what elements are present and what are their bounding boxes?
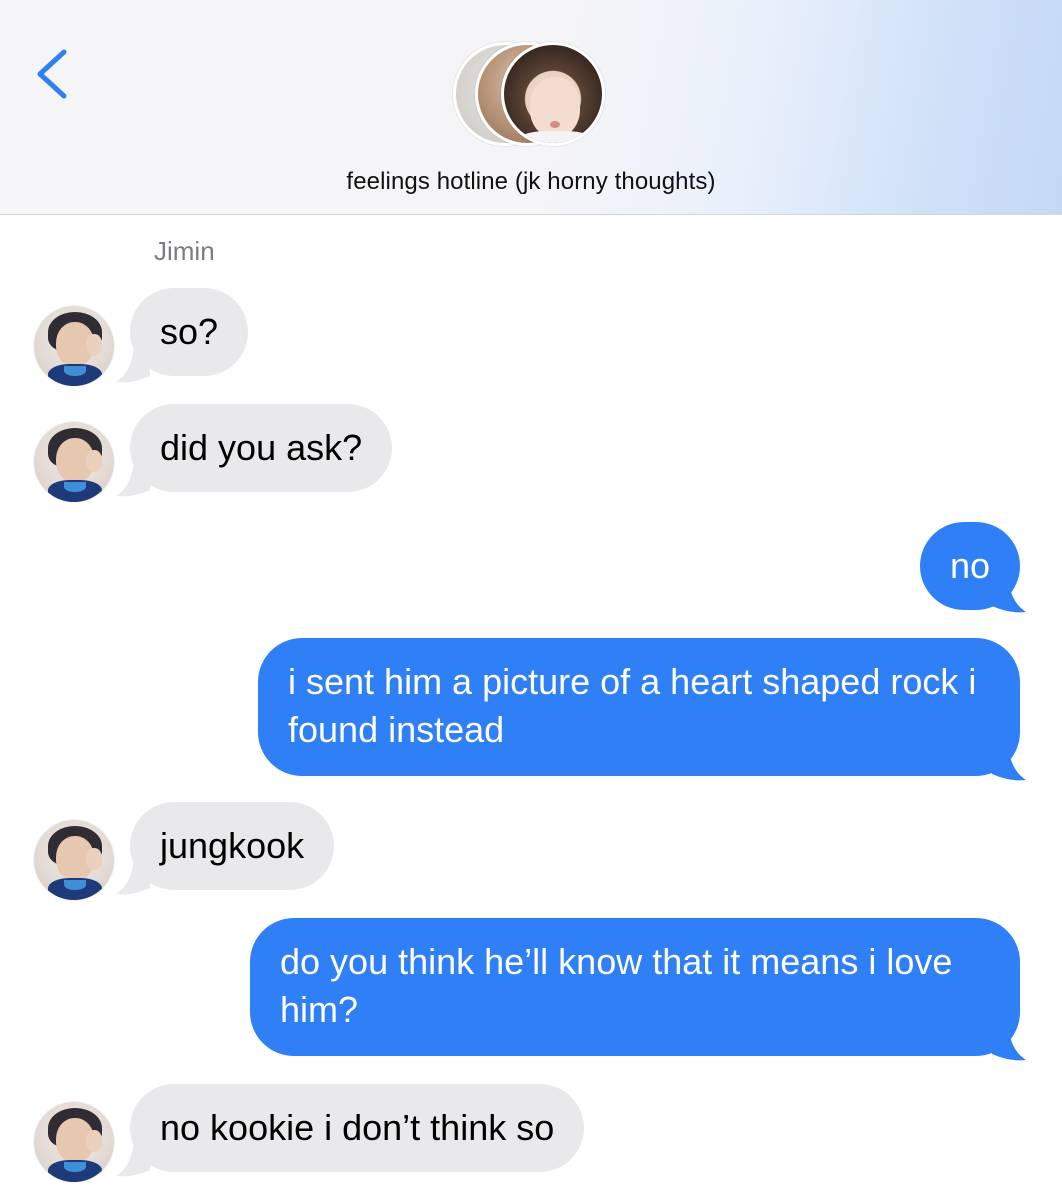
sender-avatar[interactable]: [34, 820, 114, 900]
sender-avatar[interactable]: [34, 306, 114, 386]
chevron-left-icon: [37, 49, 67, 99]
back-button[interactable]: [30, 46, 78, 102]
message-bubble-incoming[interactable]: did you ask?: [130, 404, 393, 492]
sender-avatar[interactable]: [34, 1102, 114, 1182]
message-bubble-incoming[interactable]: jungkook: [130, 802, 335, 890]
conversation-header: feelings hotline (jk horny thoughts): [0, 0, 1062, 215]
group-avatars[interactable]: [453, 42, 613, 146]
group-member-avatar-3: [501, 42, 605, 146]
sender-avatar[interactable]: [34, 422, 114, 502]
message-bubble-incoming[interactable]: no kookie i don’t think so: [130, 1084, 585, 1172]
sender-name: Jimin: [154, 236, 215, 266]
message-bubble-outgoing[interactable]: do you think he’ll know that it means i …: [250, 918, 1020, 1056]
message-bubble-outgoing[interactable]: i sent him a picture of a heart shaped r…: [258, 638, 1020, 776]
group-title[interactable]: feelings hotline (jk horny thoughts): [0, 168, 1062, 196]
message-bubble-outgoing[interactable]: no: [919, 522, 1020, 610]
message-bubble-incoming[interactable]: so?: [130, 288, 249, 376]
